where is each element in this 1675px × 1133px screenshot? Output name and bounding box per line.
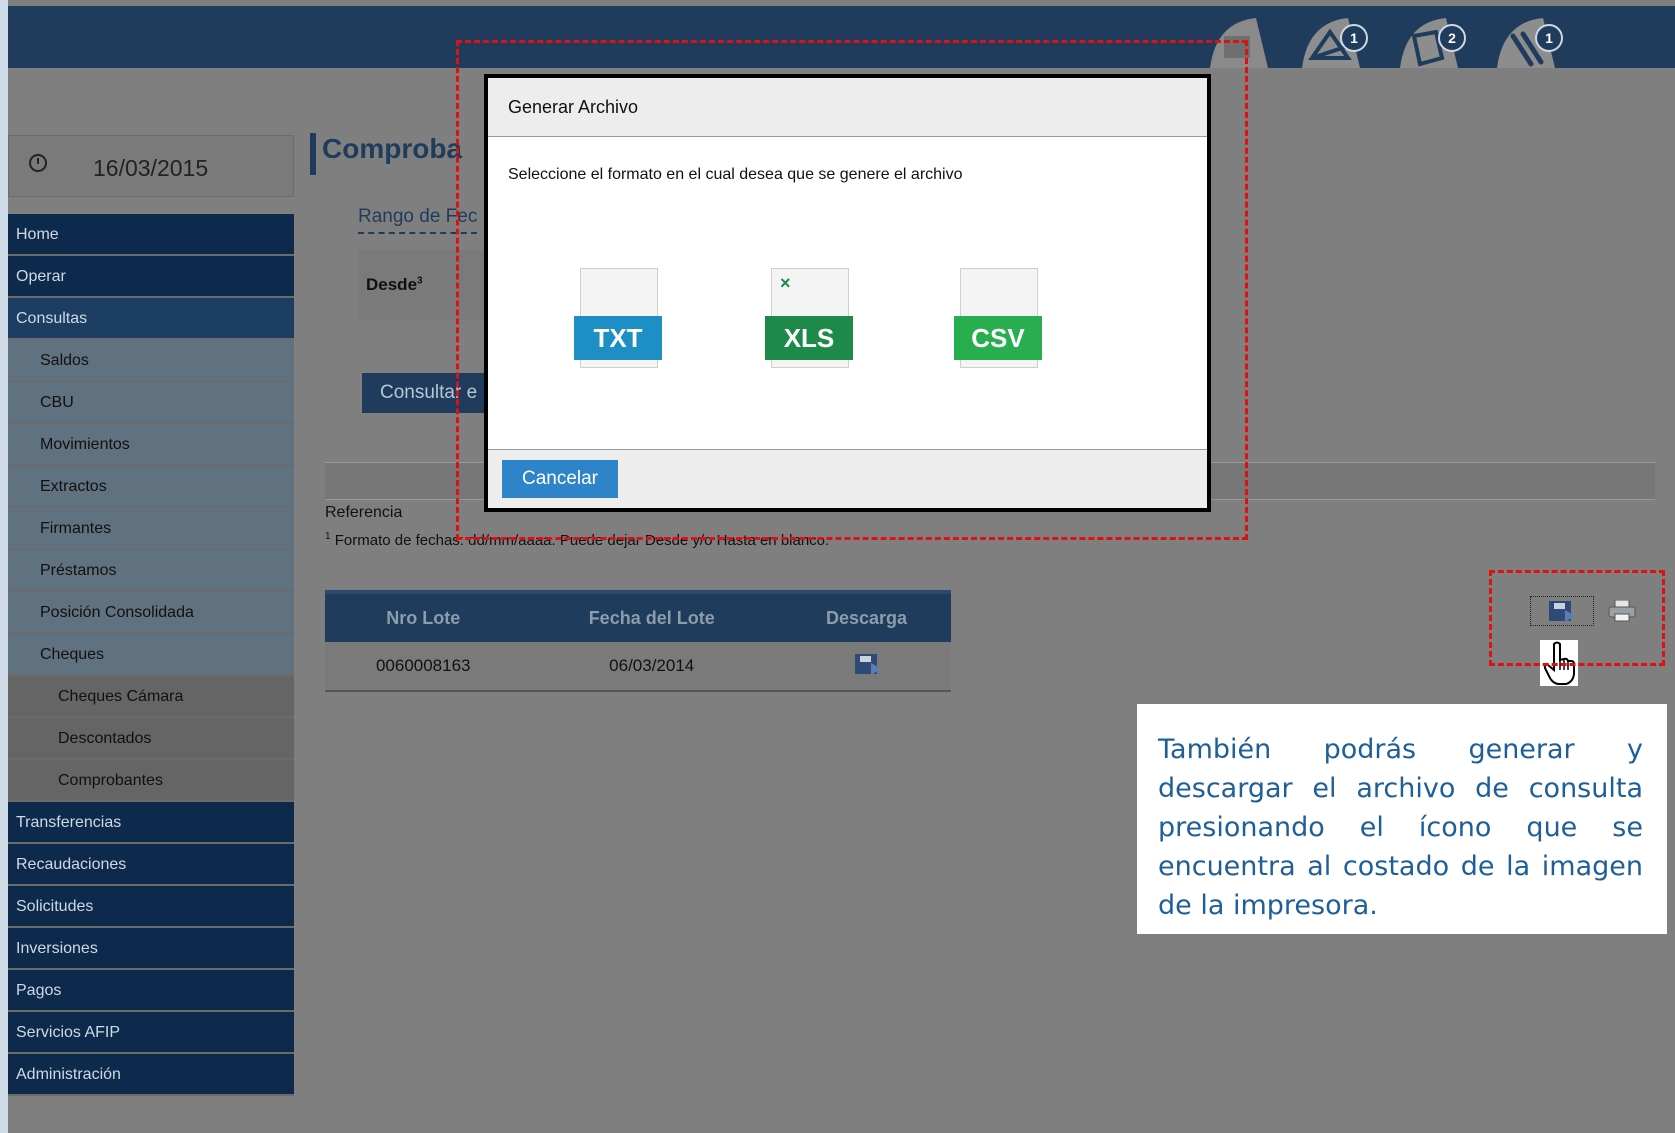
- lotes-table: Nro Lote Fecha del Lote Descarga 0060008…: [325, 590, 951, 692]
- sidebar-item-cbu[interactable]: CBU: [8, 382, 294, 424]
- referencia-label: Referencia: [325, 504, 403, 521]
- col-descarga: Descarga: [781, 590, 951, 642]
- csv-label: CSV: [954, 316, 1042, 360]
- session-date: 16/03/2015: [93, 155, 209, 181]
- sidebar-item-inversiones[interactable]: Inversiones: [8, 928, 294, 970]
- txt-label: TXT: [574, 316, 662, 360]
- sidebar-item-cheques[interactable]: Cheques: [8, 634, 294, 676]
- desde-label: Desde3: [366, 275, 423, 295]
- cell-nro-lote: 0060008163: [325, 642, 522, 692]
- txt-format-option[interactable]: TXT: [574, 268, 664, 368]
- col-fecha-lote[interactable]: Fecha del Lote: [521, 590, 782, 642]
- xls-format-option[interactable]: × XLS: [765, 268, 855, 368]
- table-row: 0060008163 06/03/2014: [325, 642, 951, 692]
- desde-label-text: Desde: [366, 275, 418, 294]
- clip-badge: 1: [1535, 24, 1563, 52]
- footnote-sup: 1: [325, 531, 331, 542]
- desde-sup: 3: [417, 275, 423, 287]
- xls-label: XLS: [765, 316, 853, 360]
- sidebar-item-posicion-consolidada[interactable]: Posición Consolidada: [8, 592, 294, 634]
- help-callout: También podrás generar y descargar el ar…: [1137, 704, 1667, 934]
- sidebar-item-recaudaciones[interactable]: Recaudaciones: [8, 844, 294, 886]
- sidebar-item-cheques-camara[interactable]: Cheques Cámara: [8, 676, 294, 718]
- sidebar-item-prestamos[interactable]: Préstamos: [8, 550, 294, 592]
- sidebar-item-servicios-afip[interactable]: Servicios AFIP: [8, 1012, 294, 1054]
- download-cell: [781, 642, 951, 692]
- folder-badge: 2: [1438, 24, 1466, 52]
- mail-tab-icon[interactable]: 1: [1298, 6, 1368, 68]
- dialog-footer: Cancelar: [488, 449, 1207, 508]
- sidebar-item-comprobantes[interactable]: Comprobantes: [8, 760, 294, 802]
- dialog-message: Seleccione el formato en el cual desea q…: [508, 166, 963, 183]
- icon-highlight-frame: [1489, 570, 1665, 666]
- clock-icon: [29, 154, 47, 172]
- sidebar-item-firmantes[interactable]: Firmantes: [8, 508, 294, 550]
- mail-badge: 1: [1340, 24, 1368, 52]
- sidebar-item-administracion[interactable]: Administración: [8, 1054, 294, 1096]
- cell-fecha-lote: 06/03/2014: [521, 642, 782, 692]
- sidebar-item-consultas[interactable]: Consultas: [8, 298, 294, 340]
- csv-format-option[interactable]: CSV: [954, 268, 1044, 368]
- folder-tab-icon[interactable]: 2: [1396, 6, 1466, 68]
- sidebar-item-solicitudes[interactable]: Solicitudes: [8, 886, 294, 928]
- sidebar-item-operar[interactable]: Operar: [8, 256, 294, 298]
- download-icon[interactable]: [855, 653, 882, 675]
- sidebar-menu: Home Operar Consultas Saldos CBU Movimientos E…: [8, 214, 294, 1096]
- window-left-edge: [0, 0, 8, 1133]
- generar-archivo-dialog: Generar Archivo Seleccione el formato en…: [484, 74, 1211, 512]
- sidebar-item-extractos[interactable]: Extractos: [8, 466, 294, 508]
- sidebar-item-home[interactable]: Home: [8, 214, 294, 256]
- sidebar-item-pagos[interactable]: Pagos: [8, 970, 294, 1012]
- sidebar-item-descontados[interactable]: Descontados: [8, 718, 294, 760]
- page-title: Comproba: [322, 133, 462, 164]
- sidebar-item-movimientos[interactable]: Movimientos: [8, 424, 294, 466]
- dialog-title: Generar Archivo: [488, 78, 1207, 137]
- col-nro-lote[interactable]: Nro Lote: [325, 590, 522, 642]
- sidebar-item-saldos[interactable]: Saldos: [8, 340, 294, 382]
- clip-tab-icon[interactable]: 1: [1493, 6, 1563, 68]
- title-accent-bar: [310, 133, 316, 175]
- cancel-button[interactable]: Cancelar: [502, 460, 618, 498]
- session-date-box: 16/03/2015: [8, 135, 294, 197]
- sidebar-item-transferencias[interactable]: Transferencias: [8, 802, 294, 844]
